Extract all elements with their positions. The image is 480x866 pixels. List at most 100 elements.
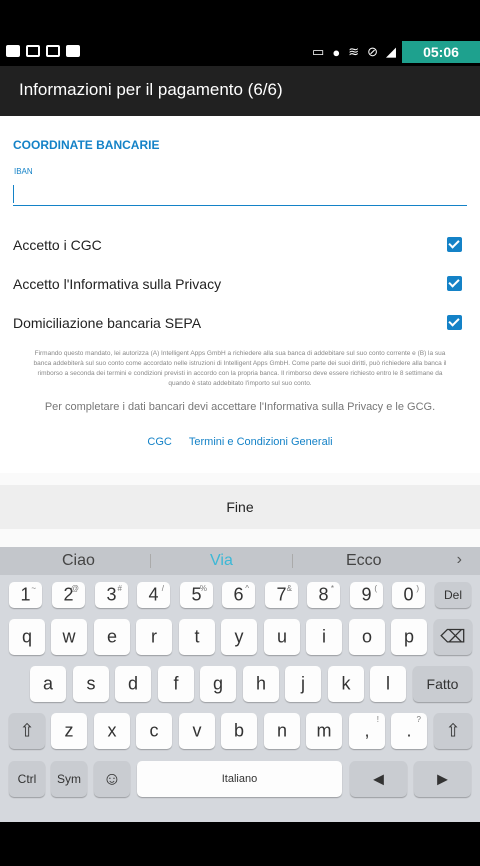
key[interactable]: g: [200, 666, 236, 702]
mandate-text: Firmando questo mandato, lei autorizza (…: [33, 350, 447, 387]
key[interactable]: 7 &: [265, 582, 298, 608]
sepa-row[interactable]: Domiciliazione bancaria SEPA: [13, 311, 467, 335]
screen: ▭ ● ≋ ⊘ ◢ 05:06 Informazioni per il paga…: [0, 0, 480, 866]
key[interactable]: 1 ~: [9, 582, 42, 608]
suggestion-2[interactable]: Via: [210, 552, 233, 570]
cast-icon: ▭: [312, 44, 325, 59]
key[interactable]: z: [51, 713, 87, 749]
key[interactable]: w: [51, 619, 87, 655]
accept-cgc-row[interactable]: Accetto i CGC: [13, 233, 467, 257]
spacer: [0, 529, 480, 547]
suggestion-bar: Ciao Via Ecco ›: [0, 547, 480, 575]
cursor-right-key[interactable]: ▶: [414, 761, 471, 797]
key[interactable]: b: [221, 713, 257, 749]
payment-form: COORDINATE BANCARIE IBAN Accetto i CGC A…: [0, 116, 480, 473]
key[interactable]: d: [115, 666, 151, 702]
photo-icon: [66, 45, 80, 57]
location-icon: ●: [332, 44, 341, 60]
navigation-bar: [0, 822, 480, 866]
backspace-icon: ⌫: [440, 626, 466, 647]
divider: [150, 554, 151, 568]
legal-links: CGC Termini e Condizioni Generali: [0, 436, 480, 448]
shift-key-right[interactable]: ⇧: [434, 713, 472, 749]
shift-icon: ⇧: [445, 720, 461, 741]
notification-icons: [6, 45, 80, 57]
space-key[interactable]: Italiano: [137, 761, 342, 797]
done-key[interactable]: Fatto: [413, 666, 472, 702]
sepa-checkbox[interactable]: [447, 315, 462, 330]
key[interactable]: a: [30, 666, 66, 702]
key[interactable]: m: [306, 713, 342, 749]
key[interactable]: q: [9, 619, 45, 655]
key[interactable]: i: [306, 619, 342, 655]
spacer: [0, 473, 480, 485]
key[interactable]: r: [136, 619, 172, 655]
key[interactable]: k: [328, 666, 364, 702]
key[interactable]: 3 #: [95, 582, 128, 608]
key[interactable]: e: [94, 619, 130, 655]
key[interactable]: p: [391, 619, 427, 655]
key[interactable]: 9(: [350, 582, 383, 608]
no-sim-icon: ⊘: [367, 44, 378, 59]
mail-icon: [26, 45, 40, 57]
key[interactable]: n: [264, 713, 300, 749]
chevron-right-icon[interactable]: ›: [457, 551, 462, 569]
emoji-key[interactable]: ☺: [94, 761, 130, 797]
shift-icon: ⇧: [19, 720, 35, 741]
key[interactable]: x: [94, 713, 130, 749]
soft-keyboard: Ciao Via Ecco › 1 ~ 2 @ 3 # 4/ 5% 6 ^ 7 & 8 * …: [0, 547, 480, 822]
cgc-link[interactable]: CGC: [147, 436, 171, 448]
key[interactable]: 8 *: [307, 582, 340, 608]
divider: [292, 554, 293, 568]
page-title: Informazioni per il pagamento (6/6): [19, 80, 283, 99]
sym-key[interactable]: Sym: [51, 761, 87, 797]
ctrl-key[interactable]: Ctrl: [9, 761, 45, 797]
key[interactable]: j: [285, 666, 321, 702]
key[interactable]: t: [179, 619, 215, 655]
key[interactable]: v: [179, 713, 215, 749]
video-icon: [6, 45, 20, 57]
iban-input[interactable]: [13, 181, 467, 206]
key[interactable]: 2 @: [52, 582, 85, 608]
key[interactable]: s: [73, 666, 109, 702]
backspace-key[interactable]: ⌫: [434, 619, 472, 655]
section-title: COORDINATE BANCARIE: [13, 138, 160, 152]
key[interactable]: u: [264, 619, 300, 655]
cursor-left-key[interactable]: ◀: [350, 761, 407, 797]
clock: 05:06: [402, 41, 480, 63]
accept-cgc-checkbox[interactable]: [447, 237, 462, 252]
key[interactable]: 5%: [180, 582, 213, 608]
key[interactable]: 0): [392, 582, 425, 608]
key[interactable]: c: [136, 713, 172, 749]
wifi-icon: ≋: [348, 44, 360, 59]
key[interactable]: h: [243, 666, 279, 702]
sepa-label: Domiciliazione bancaria SEPA: [13, 315, 202, 331]
accept-privacy-label: Accetto l'Informativa sulla Privacy: [13, 276, 222, 292]
accept-privacy-row[interactable]: Accetto l'Informativa sulla Privacy: [13, 272, 467, 296]
key[interactable]: ,!: [349, 713, 385, 749]
shift-key[interactable]: ⇧: [9, 713, 45, 749]
arrow-right-icon: ▶: [437, 770, 448, 787]
suggestion-3[interactable]: Ecco: [346, 552, 382, 570]
accept-privacy-checkbox[interactable]: [447, 276, 462, 291]
suggestion-1[interactable]: Ciao: [62, 552, 95, 570]
key[interactable]: o: [349, 619, 385, 655]
signal-icon: ◢: [386, 44, 396, 59]
done-button[interactable]: Fine: [0, 485, 480, 529]
terms-link[interactable]: Termini e Condizioni Generali: [189, 436, 333, 448]
emoji-icon: ☺: [102, 768, 122, 789]
key[interactable]: 4/: [137, 582, 170, 608]
completion-note: Per completare i dati bancari devi accet…: [44, 401, 436, 413]
key[interactable]: y: [221, 619, 257, 655]
app-bar: Informazioni per il pagamento (6/6): [0, 66, 480, 116]
key[interactable]: 6 ^: [222, 582, 255, 608]
delete-key[interactable]: Del: [435, 582, 471, 608]
accept-cgc-label: Accetto i CGC: [13, 237, 102, 253]
arrow-left-icon: ◀: [373, 770, 384, 787]
system-icons: ▭ ● ≋ ⊘ ◢: [312, 44, 396, 60]
key[interactable]: l: [370, 666, 406, 702]
iban-label: IBAN: [14, 167, 33, 176]
key[interactable]: f: [158, 666, 194, 702]
key[interactable]: .?: [391, 713, 427, 749]
text-cursor: [13, 185, 14, 203]
